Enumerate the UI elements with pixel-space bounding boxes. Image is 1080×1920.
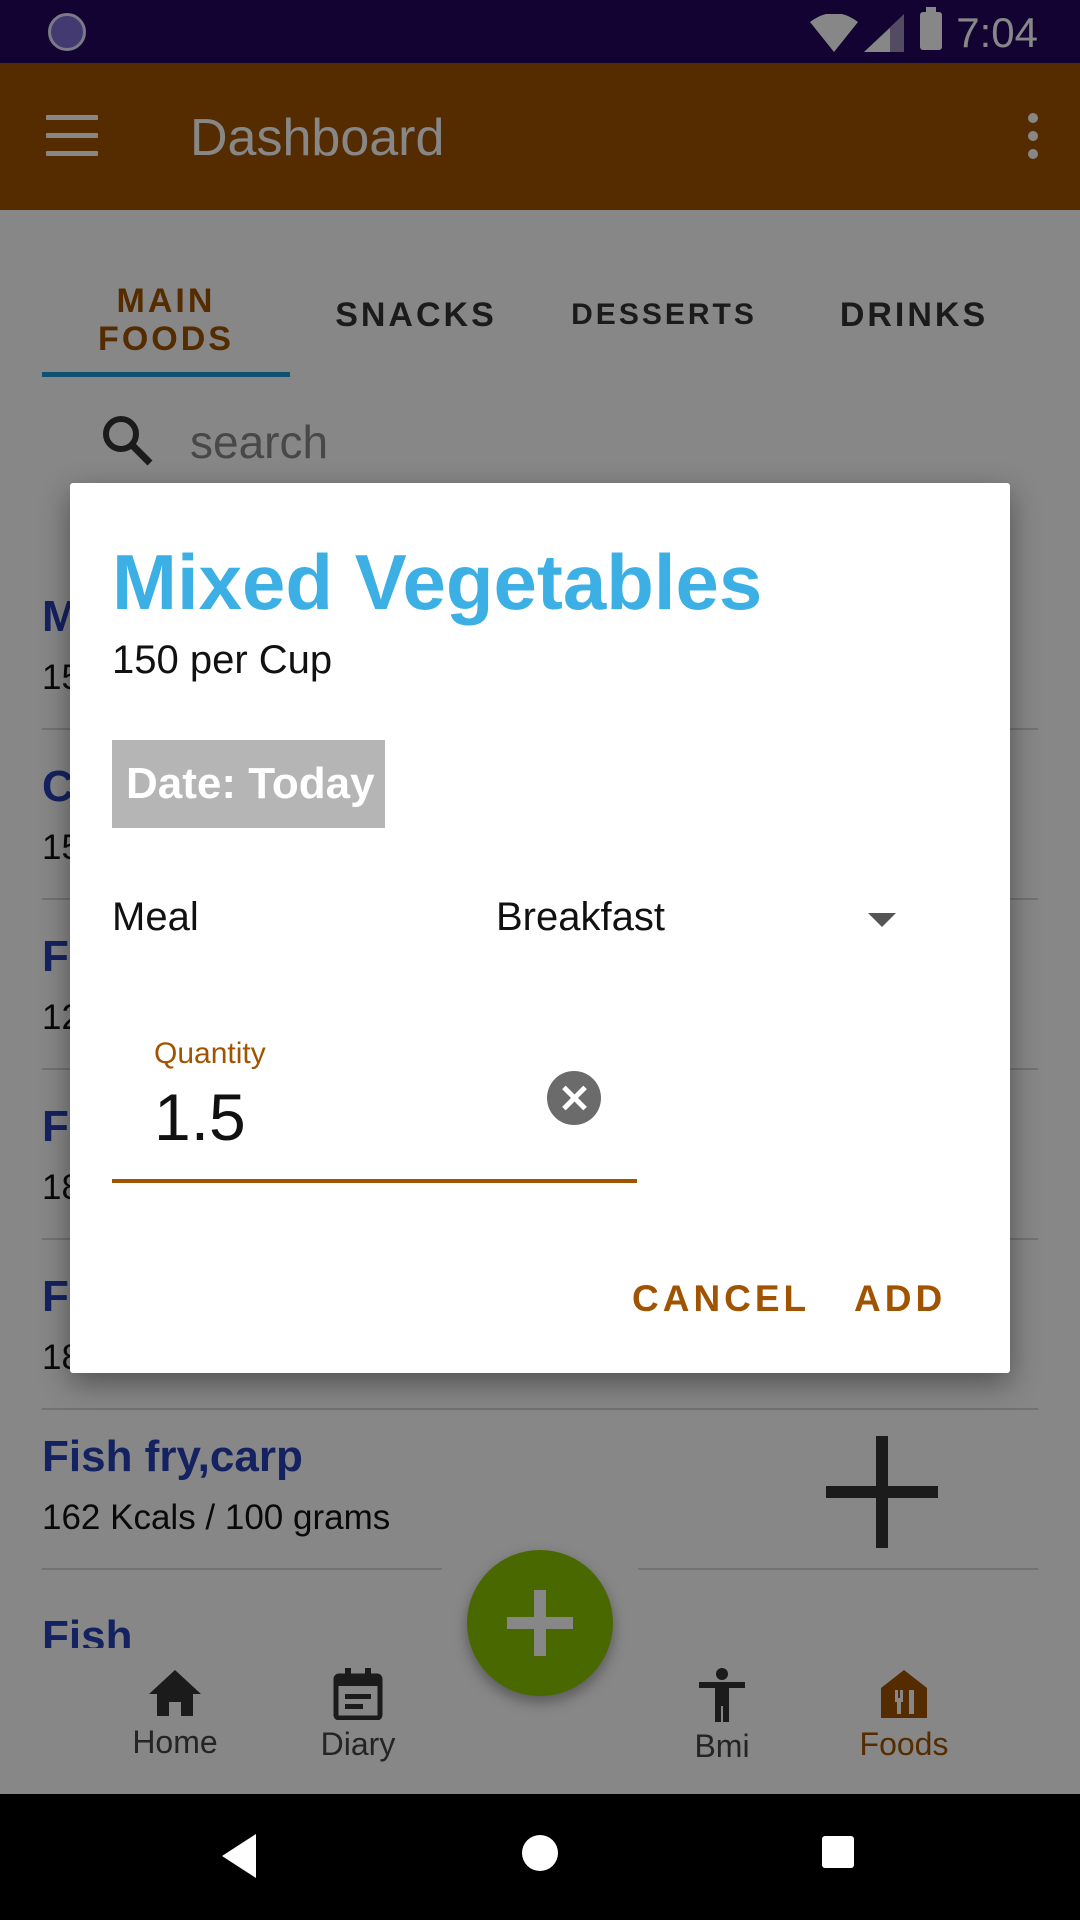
quantity-input[interactable]: 1.5 [154, 1079, 246, 1155]
quantity-label: Quantity [154, 1037, 266, 1070]
add-food-dialog: Mixed Vegetables 150 per Cup Date: Today… [70, 483, 1010, 1373]
cancel-button[interactable]: CANCEL [632, 1278, 810, 1320]
date-button[interactable]: Date: Today [112, 740, 385, 828]
system-navigation-bar [0, 1794, 1080, 1920]
quantity-field[interactable]: Quantity 1.5 [112, 1031, 637, 1183]
dropdown-arrow-icon [868, 913, 896, 927]
home-circle-icon[interactable] [522, 1835, 558, 1871]
meal-label: Meal [112, 895, 199, 939]
clear-icon[interactable] [547, 1071, 601, 1125]
meal-select-value: Breakfast [496, 895, 665, 939]
add-button[interactable]: ADD [854, 1278, 946, 1320]
back-icon[interactable] [222, 1834, 256, 1878]
dialog-title: Mixed Vegetables [112, 538, 763, 626]
meal-select[interactable]: Breakfast [496, 885, 936, 955]
recents-icon[interactable] [822, 1836, 854, 1868]
dialog-subtitle: 150 per Cup [112, 638, 333, 682]
